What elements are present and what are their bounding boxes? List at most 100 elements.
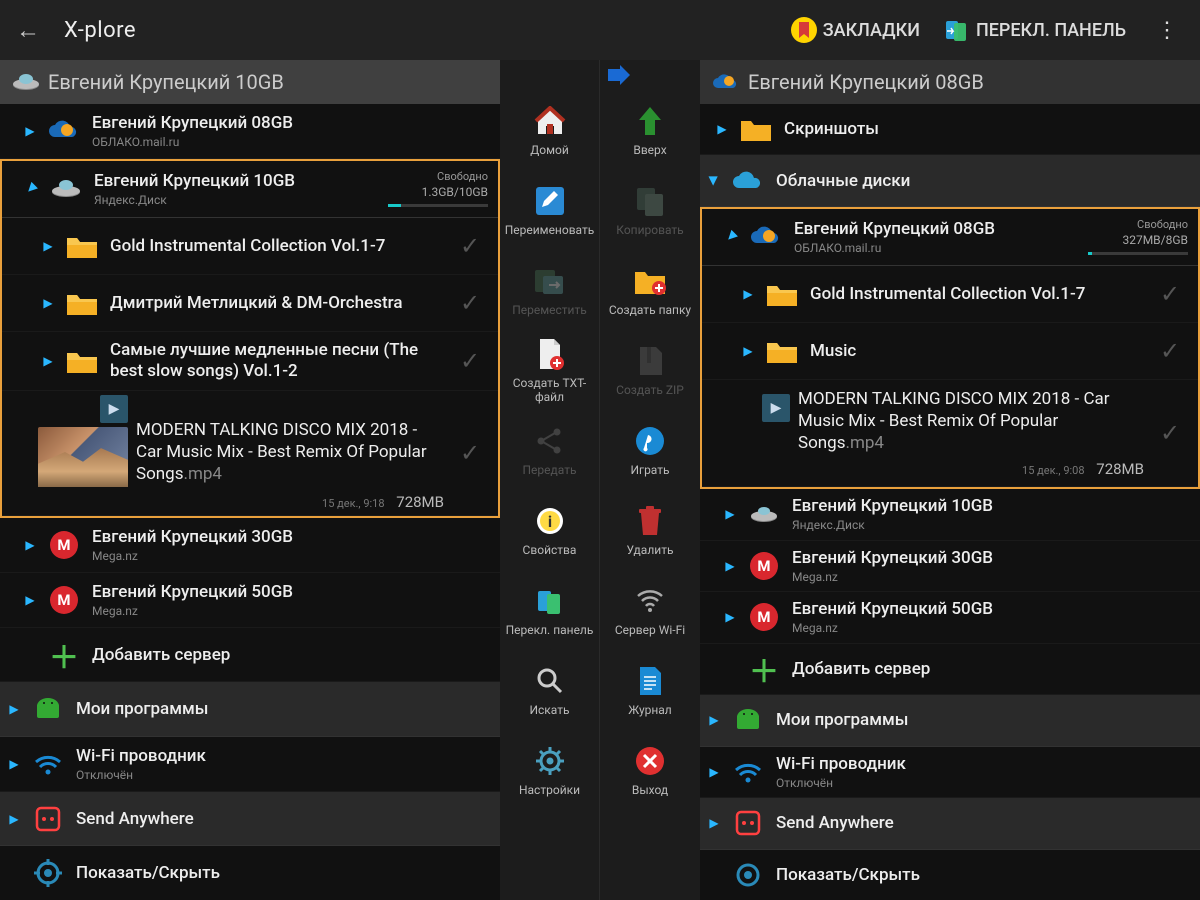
check-icon[interactable]: ✓ bbox=[1152, 333, 1188, 369]
app-titlebar: ← X-plore ЗАКЛАДКИ ПЕРЕКЛ. ПАНЕЛЬ ⋮ bbox=[0, 0, 1200, 60]
expand-icon: ▶ bbox=[724, 610, 736, 624]
right-account-10[interactable]: ▶ Евгений Крупецкий 10GBЯндекс.Диск bbox=[700, 489, 1200, 540]
mega-icon: M bbox=[744, 597, 784, 637]
expand-icon: ▶ bbox=[24, 538, 36, 552]
rename-button[interactable]: Переименовать bbox=[500, 170, 599, 250]
right-account-08-open[interactable]: ▶ Евгений Крупецкий 08GB ОБЛАКО.mail.ru … bbox=[702, 209, 1198, 266]
right-account-50[interactable]: ▶ M Евгений Крупецкий 50GBMega.nz bbox=[700, 592, 1200, 643]
cloud-icon bbox=[728, 161, 768, 201]
wifi-row[interactable]: ▶ Wi-Fi проводникОтключён bbox=[0, 737, 500, 792]
settings-button[interactable]: Настройки bbox=[500, 730, 599, 810]
folder-icon bbox=[62, 341, 102, 381]
expand-icon: ▶ bbox=[8, 812, 20, 826]
play-button[interactable]: Играть bbox=[600, 410, 700, 490]
mega-icon: M bbox=[44, 525, 84, 565]
switch-panel-button-center[interactable]: Перекл. панель bbox=[500, 570, 599, 650]
left-account-08[interactable]: ▶ Евгений Крупецкий 08GB ОБЛАКО.mail.ru bbox=[0, 104, 500, 159]
send-anywhere-row[interactable]: ▶ Send Anywhere bbox=[700, 798, 1200, 849]
file-row[interactable]: ▶ MODERN TALKING DISCO MIX 2018 - Car Mu… bbox=[702, 380, 1198, 487]
move-button[interactable]: Переместить bbox=[500, 250, 599, 330]
bookmark-icon bbox=[791, 17, 817, 43]
up-button[interactable]: Вверх bbox=[600, 90, 700, 170]
bookmarks-button[interactable]: ЗАКЛАДКИ bbox=[791, 17, 920, 43]
mailru-cloud-icon bbox=[712, 72, 740, 92]
wifi-row[interactable]: ▶ Wi-Fi проводникОтключён bbox=[700, 747, 1200, 798]
new-txt-button[interactable]: Создать TXT-файл bbox=[500, 330, 599, 410]
svg-text:i: i bbox=[547, 512, 551, 531]
ufo-icon bbox=[744, 494, 784, 534]
gear-icon bbox=[28, 853, 68, 893]
left-account-30[interactable]: ▶ M Евгений Крупецкий 30GBMega.nz bbox=[0, 518, 500, 573]
folder-row[interactable]: ▶ Gold Instrumental Collection Vol.1-7 ✓ bbox=[702, 266, 1198, 323]
search-button[interactable]: Искать bbox=[500, 650, 599, 730]
mailru-cloud-icon bbox=[44, 111, 84, 151]
send-anywhere-row[interactable]: ▶ Send Anywhere bbox=[0, 792, 500, 847]
cloud-disks-row[interactable]: ▶ Облачные диски bbox=[700, 155, 1200, 206]
add-server-button[interactable]: ＋ Добавить сервер bbox=[0, 628, 500, 683]
overflow-menu-icon[interactable]: ⋮ bbox=[1150, 18, 1184, 43]
rename-icon bbox=[532, 183, 568, 219]
back-icon[interactable]: ← bbox=[16, 16, 40, 45]
folder-row[interactable]: ▶ Дмитрий Метлицкий & DM-Orchestra ✓ bbox=[2, 275, 498, 332]
copy-button[interactable]: Копировать bbox=[600, 170, 700, 250]
copy-icon bbox=[632, 183, 668, 219]
close-icon bbox=[632, 743, 668, 779]
home-button[interactable]: Домой bbox=[500, 90, 599, 170]
my-apps-row[interactable]: ▶ Мои программы bbox=[0, 682, 500, 737]
plus-icon: ＋ bbox=[744, 649, 784, 689]
right-account-30[interactable]: ▶ M Евгений Крупецкий 30GBMega.nz bbox=[700, 541, 1200, 592]
right-active-selection: ▶ Евгений Крупецкий 08GB ОБЛАКО.mail.ru … bbox=[700, 207, 1200, 489]
plus-icon: ＋ bbox=[44, 635, 84, 675]
folder-row[interactable]: ▶ Самые лучшие медленные песни (The best… bbox=[2, 332, 498, 392]
folder-row[interactable]: ▶ Music ✓ bbox=[702, 323, 1198, 380]
collapse-icon: ▶ bbox=[23, 179, 41, 197]
right-path-text: Евгений Крупецкий 08GB bbox=[748, 70, 984, 94]
move-icon bbox=[532, 263, 568, 299]
wifi-server-button[interactable]: Сервер Wi-Fi bbox=[600, 570, 700, 650]
check-icon[interactable]: ✓ bbox=[452, 343, 488, 379]
wifi-icon bbox=[632, 583, 668, 619]
file-row[interactable]: ▶ MODERN TALKING DISCO MIX 2018 - Car Mu… bbox=[2, 391, 498, 516]
expand-icon: ▶ bbox=[716, 122, 728, 136]
log-button[interactable]: Журнал bbox=[600, 650, 700, 730]
ufo-icon bbox=[46, 169, 86, 209]
app-title: X-plore bbox=[64, 18, 136, 43]
expand-icon: ▶ bbox=[708, 765, 720, 779]
zip-icon bbox=[632, 343, 668, 379]
wifi-icon bbox=[28, 744, 68, 784]
delete-button[interactable]: Удалить bbox=[600, 490, 700, 570]
play-icon bbox=[632, 423, 668, 459]
check-icon[interactable]: ✓ bbox=[452, 285, 488, 321]
show-hide-row[interactable]: Показать/Скрыть bbox=[700, 850, 1200, 900]
left-account-10-open[interactable]: ▶ Евгений Крупецкий 10GB Яндекс.Диск Сво… bbox=[2, 161, 498, 218]
expand-icon: ▶ bbox=[724, 559, 736, 573]
folder-row[interactable]: ▶ Gold Instrumental Collection Vol.1-7 ✓ bbox=[2, 218, 498, 275]
screenshots-folder[interactable]: ▶ Скриншоты bbox=[700, 104, 1200, 155]
switch-panel-button[interactable]: ПЕРЕКЛ. ПАНЕЛЬ bbox=[944, 17, 1126, 43]
share-button[interactable]: Передать bbox=[500, 410, 599, 490]
check-icon[interactable]: ✓ bbox=[452, 435, 488, 471]
add-server-button[interactable]: ＋ Добавить сервер bbox=[700, 644, 1200, 695]
left-account-50[interactable]: ▶ M Евгений Крупецкий 50GBMega.nz bbox=[0, 573, 500, 628]
home-icon bbox=[532, 103, 568, 139]
center-toolbar: Домой Переименовать Переместить Создать … bbox=[500, 60, 700, 900]
new-file-icon bbox=[532, 336, 568, 372]
properties-button[interactable]: iСвойства bbox=[500, 490, 599, 570]
left-path-header[interactable]: Евгений Крупецкий 10GB bbox=[0, 60, 500, 104]
new-folder-button[interactable]: Создать папку bbox=[600, 250, 700, 330]
left-panel: Евгений Крупецкий 10GB ▶ Евгений Крупецк… bbox=[0, 60, 500, 900]
right-path-header[interactable]: Евгений Крупецкий 08GB bbox=[700, 60, 1200, 104]
check-icon[interactable]: ✓ bbox=[1152, 415, 1188, 451]
show-hide-row[interactable]: Показать/Скрыть bbox=[0, 846, 500, 900]
my-apps-row[interactable]: ▶ Мои программы bbox=[700, 695, 1200, 746]
create-zip-button[interactable]: Создать ZIP bbox=[600, 330, 700, 410]
check-icon[interactable]: ✓ bbox=[452, 228, 488, 264]
gear-icon bbox=[728, 855, 768, 895]
search-icon bbox=[532, 663, 568, 699]
check-icon[interactable]: ✓ bbox=[1152, 276, 1188, 312]
storage-meter: Свободно 327MB/8GB bbox=[1088, 218, 1188, 255]
expand-icon: ▶ bbox=[42, 354, 54, 368]
wifi-icon bbox=[728, 752, 768, 792]
exit-button[interactable]: Выход bbox=[600, 730, 700, 810]
switch-panel-icon bbox=[944, 17, 970, 43]
